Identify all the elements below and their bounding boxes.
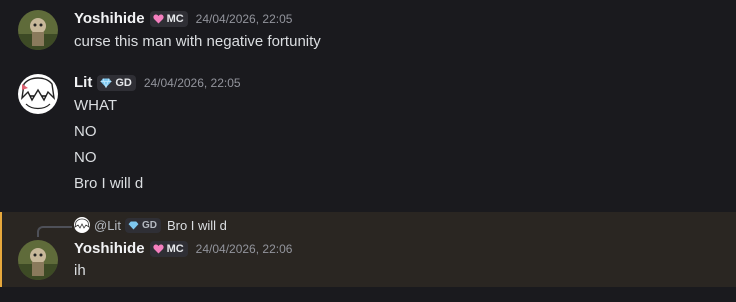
message-text: NO [74, 123, 97, 140]
avatar[interactable] [18, 10, 58, 50]
role-tag[interactable]: MC [149, 10, 188, 27]
reply-spine [37, 226, 72, 237]
reply-role-tag-label: GD [141, 219, 157, 231]
message-text: Bro I will d [74, 175, 144, 192]
role-tag-label: MC [166, 242, 184, 255]
message-text: NO [74, 149, 97, 166]
username[interactable]: Lit [74, 74, 92, 91]
username[interactable]: Yoshihide [74, 240, 145, 257]
reply-preview-text[interactable]: Bro I will d [167, 218, 227, 233]
username[interactable]: Yoshihide [74, 10, 145, 27]
role-tag-label: GD [115, 76, 132, 89]
message-text: curse this man with negative fortunity [74, 33, 321, 50]
timestamp[interactable]: 24/04/2026, 22:05 [196, 12, 293, 26]
heart-icon [152, 244, 164, 254]
reply-role-tag: GD [124, 217, 161, 233]
heart-icon [152, 14, 164, 24]
diamond-icon [128, 220, 139, 230]
reply-reference[interactable]: @Lit GD Bro I will d [74, 217, 227, 233]
role-tag[interactable]: GD [97, 74, 136, 91]
avatar[interactable] [18, 240, 58, 280]
role-tag-label: MC [166, 12, 184, 25]
avatar[interactable] [18, 74, 58, 114]
message-text: ih [74, 262, 86, 279]
timestamp[interactable]: 24/04/2026, 22:05 [144, 76, 241, 90]
mention-highlight-bar [0, 212, 2, 287]
diamond-icon [100, 77, 112, 88]
reply-mention[interactable]: @Lit [94, 218, 121, 233]
message-text: WHAT [74, 97, 118, 114]
timestamp[interactable]: 24/04/2026, 22:06 [196, 242, 293, 256]
role-tag[interactable]: MC [149, 240, 188, 257]
reply-avatar [74, 217, 90, 233]
